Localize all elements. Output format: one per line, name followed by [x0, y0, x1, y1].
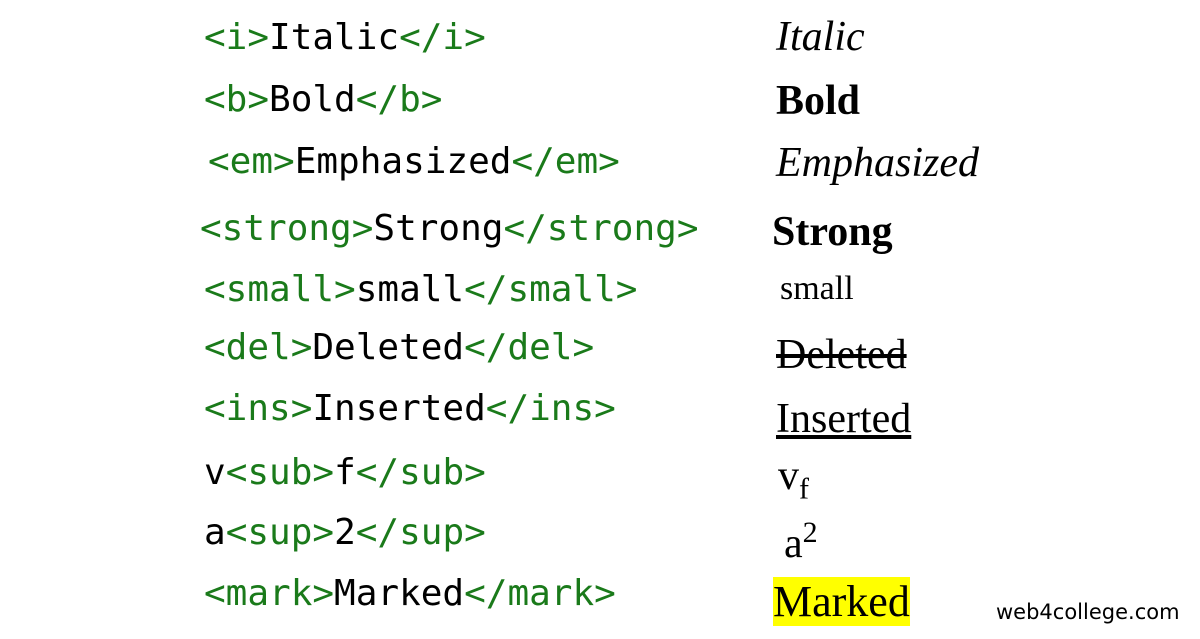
- code-emphasized: <em>Emphasized</em>: [208, 141, 620, 182]
- code-mark: <mark>Marked</mark>: [204, 573, 616, 614]
- code-sup: a<sup>2</sup>: [204, 512, 486, 553]
- watermark: web4college.com: [996, 600, 1180, 624]
- code-small: <small>small</small>: [204, 269, 638, 310]
- rendered-strong: Strong: [772, 209, 893, 255]
- rendered-italic: Italic: [776, 14, 865, 60]
- rendered-bold: Bold: [776, 78, 861, 124]
- rendered-sup: a2: [784, 516, 818, 567]
- rendered-deleted: Deleted: [776, 332, 907, 378]
- rendered-mark: Marked: [773, 577, 910, 626]
- code-bold: <b>Bold</b>: [204, 79, 443, 120]
- code-deleted: <del>Deleted</del>: [204, 327, 595, 368]
- rendered-emphasized: Emphasized: [776, 140, 979, 186]
- code-inserted: <ins>Inserted</ins>: [204, 388, 616, 429]
- code-sub: v<sub>f</sub>: [204, 452, 486, 493]
- rendered-sub: vf: [778, 453, 809, 506]
- rendered-inserted: Inserted: [776, 396, 912, 442]
- code-strong: <strong>Strong</strong>: [200, 208, 699, 249]
- code-italic: <i>Italic</i>: [204, 17, 486, 58]
- rendered-small: small: [780, 270, 854, 307]
